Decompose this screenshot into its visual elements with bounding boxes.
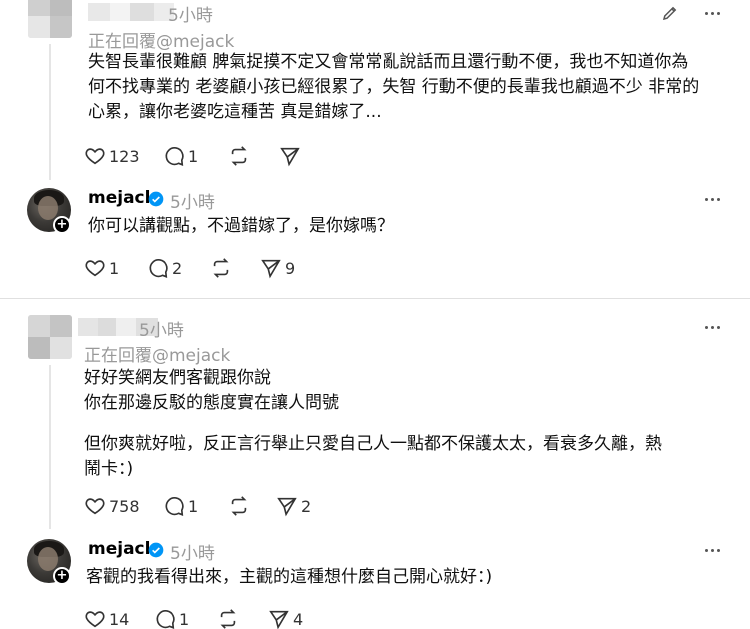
comment-button[interactable]: 2 — [147, 257, 182, 279]
like-button[interactable]: 123 — [84, 145, 140, 167]
share-icon — [261, 259, 281, 279]
like-button[interactable]: 1 — [84, 257, 119, 279]
post-text: 好好笑網友們客觀跟你說 你在那邊反駁的態度實在讓人問號 但你爽就好啦，反正言行舉… — [84, 368, 662, 479]
repost-icon — [213, 258, 229, 278]
repost-icon — [231, 496, 247, 516]
avatar[interactable] — [28, 315, 72, 359]
share-icon — [277, 497, 297, 517]
plus-icon[interactable]: + — [53, 567, 71, 585]
post-time: 5小時 — [168, 6, 213, 26]
share-button[interactable] — [279, 145, 304, 167]
repost-icon — [220, 609, 236, 629]
comment-icon — [149, 259, 168, 278]
more-icon[interactable] — [701, 316, 723, 338]
post-text: 失智長輩很難顧 脾氣捉摸不定又會常常亂說話而且還行動不便，我也不知道你為 何不找… — [88, 52, 700, 122]
share-icon — [280, 147, 300, 167]
repost-button[interactable] — [228, 495, 253, 517]
verified-icon — [148, 542, 164, 558]
heart-icon — [85, 611, 105, 628]
repost-button[interactable] — [217, 608, 242, 629]
post-time: 5小時 — [170, 544, 215, 564]
reply-post-4: + mejack 5小時 客觀的我看得出來，主觀的這種想什麼自己開心就好：) 1… — [0, 529, 750, 629]
post-text: 你可以講觀點，不過錯嫁了，是你嫁嗎？ — [88, 216, 394, 236]
post-time: 5小時 — [139, 321, 184, 341]
heart-icon — [85, 260, 105, 277]
blurred-username[interactable] — [88, 3, 174, 21]
thread-line — [49, 44, 51, 180]
share-button[interactable]: 9 — [260, 257, 295, 279]
repost-button[interactable] — [210, 257, 235, 279]
username[interactable]: mejack — [88, 539, 156, 559]
repost-icon — [231, 146, 247, 166]
comment-button[interactable]: 1 — [163, 495, 198, 517]
comment-button[interactable]: 1 — [163, 145, 198, 167]
reply-post-1: 5小時 正在回覆@mejack 失智長輩很難顧 脾氣捉摸不定又會常常亂說話而且還… — [0, 0, 750, 180]
comment-button[interactable]: 1 — [154, 608, 189, 629]
reply-post-2: + mejack 5小時 你可以講觀點，不過錯嫁了，是你嫁嗎？ 1 2 9 — [0, 180, 750, 298]
more-icon[interactable] — [701, 188, 723, 210]
thread-line — [49, 365, 51, 529]
avatar[interactable] — [28, 0, 72, 38]
post-time: 5小時 — [170, 193, 215, 213]
like-button[interactable]: 14 — [84, 608, 129, 629]
comment-icon — [156, 610, 175, 629]
replying-to[interactable]: 正在回覆@mejack — [88, 27, 234, 52]
share-button[interactable]: 2 — [276, 495, 311, 517]
username[interactable]: mejack — [88, 188, 156, 208]
more-icon[interactable] — [701, 539, 723, 561]
post-text: 客觀的我看得出來，主觀的這種想什麼自己開心就好：) — [86, 567, 493, 587]
share-button[interactable]: 4 — [268, 608, 303, 629]
replying-to[interactable]: 正在回覆@mejack — [84, 341, 230, 366]
share-icon — [269, 610, 289, 629]
reply-post-3: 5小時 正在回覆@mejack 好好笑網友們客觀跟你說 你在那邊反駁的態度實在讓… — [0, 299, 750, 529]
heart-icon — [85, 148, 105, 165]
edit-icon[interactable] — [659, 2, 681, 24]
more-icon[interactable] — [701, 2, 723, 24]
comment-icon — [165, 147, 184, 166]
comment-icon — [165, 497, 184, 516]
heart-icon — [85, 498, 105, 515]
plus-icon[interactable]: + — [53, 216, 71, 234]
verified-icon — [148, 191, 164, 207]
like-button[interactable]: 758 — [84, 495, 140, 517]
repost-button[interactable] — [228, 145, 253, 167]
